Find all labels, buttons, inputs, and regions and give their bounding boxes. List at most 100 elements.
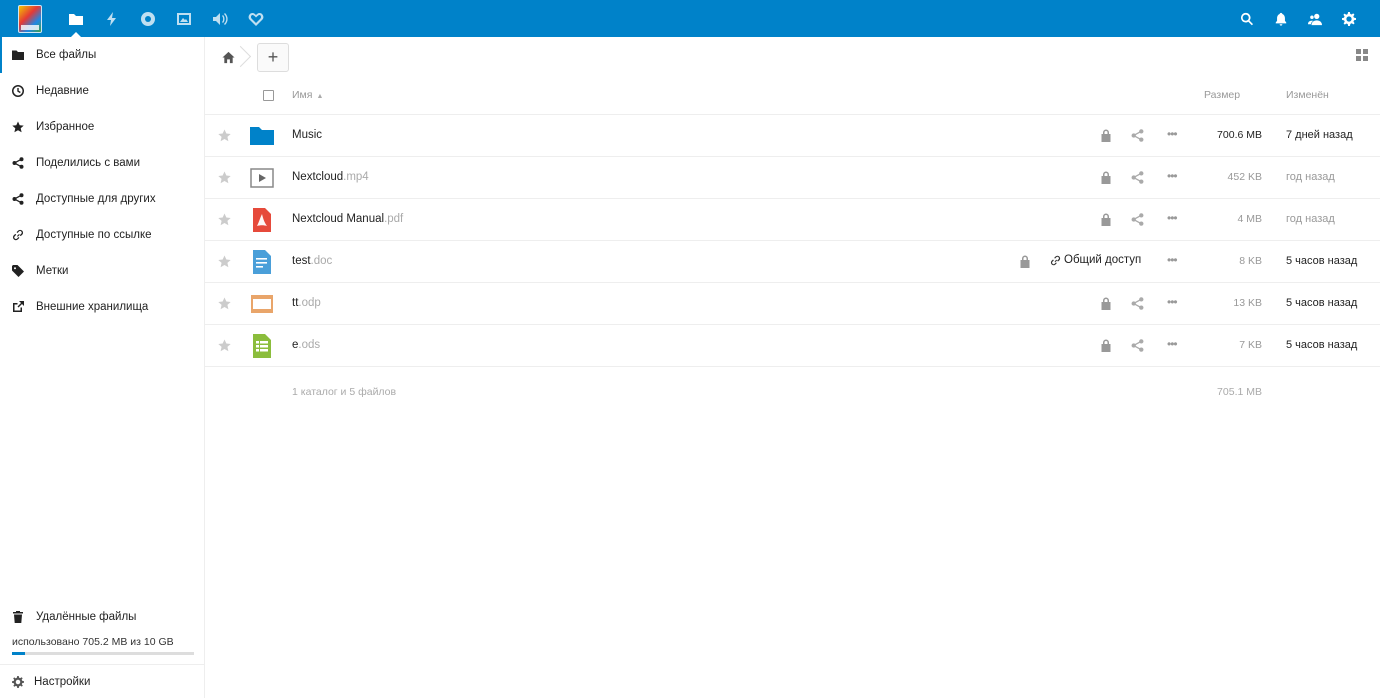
file-name[interactable]: e.ods	[292, 339, 320, 351]
lock-icon[interactable]	[1100, 129, 1112, 142]
table-row[interactable]: e.ods ••• 7 KB 5 часов назад	[205, 324, 1380, 366]
favorite-star-icon[interactable]	[218, 171, 232, 185]
file-name[interactable]: Nextcloud Manual.pdf	[292, 213, 403, 225]
table-row[interactable]: Nextcloud.mp4 ••• 452 KB год назад	[205, 156, 1380, 198]
sidebar-item-label: Поделились с вами	[36, 157, 140, 169]
gear-icon	[12, 675, 24, 688]
column-header-size[interactable]: Размер	[1204, 89, 1240, 101]
file-name[interactable]: Nextcloud.mp4	[292, 171, 369, 183]
presentation-file-icon[interactable]	[250, 292, 274, 316]
file-modified: год назад	[1286, 171, 1335, 183]
sidebar-item-shared-with-others[interactable]: Доступные для других	[0, 181, 204, 217]
contacts-icon[interactable]	[1298, 0, 1332, 37]
folder-icon	[12, 49, 24, 61]
favorite-star-icon[interactable]	[218, 213, 232, 227]
lock-icon[interactable]	[1100, 171, 1112, 184]
more-actions-icon[interactable]: •••	[1167, 337, 1178, 351]
file-size: 7 KB	[1239, 339, 1262, 351]
more-actions-icon[interactable]: •••	[1167, 253, 1178, 267]
favorite-star-icon[interactable]	[218, 255, 232, 269]
file-list: Music ••• 700.6 MB 7 дней назад Nextcloud.mp…	[205, 114, 1380, 366]
table-row[interactable]: test.doc Общий доступ ••• 8 KB 5 часов назад	[205, 240, 1380, 282]
gallery-app-icon[interactable]	[130, 0, 166, 37]
share-icon	[12, 157, 24, 169]
sidebar-item-label: Настройки	[34, 675, 91, 688]
sidebar-item-shared-with-you[interactable]: Поделились с вами	[0, 145, 204, 181]
table-row[interactable]: Nextcloud Manual.pdf ••• 4 MB год назад	[205, 198, 1380, 240]
deck-app-icon[interactable]	[238, 0, 274, 37]
storage-quota: использовано 705.2 MB из 10 GB	[0, 632, 204, 658]
quota-bar-fill	[12, 652, 25, 655]
share-icon[interactable]	[1131, 129, 1144, 142]
settings-icon[interactable]	[1332, 0, 1366, 37]
shared-status-label: Общий доступ	[1064, 254, 1142, 266]
lock-icon[interactable]	[1100, 339, 1112, 352]
new-file-button[interactable]: +	[257, 42, 289, 72]
sidebar-item-shared-by-link[interactable]: Доступные по ссылке	[0, 217, 204, 253]
table-row[interactable]: Music ••• 700.6 MB 7 дней назад	[205, 114, 1380, 156]
sidebar-item-external-storage[interactable]: Внешние хранилища	[0, 289, 204, 325]
sidebar-item-label: Избранное	[36, 121, 95, 133]
audio-player-app-icon[interactable]	[202, 0, 238, 37]
file-size: 4 MB	[1237, 213, 1262, 225]
activity-app-icon[interactable]	[94, 0, 130, 37]
file-extension: .odp	[298, 297, 321, 309]
quota-text: использовано 705.2 MB из 10 GB	[12, 636, 174, 648]
link-icon	[1050, 255, 1064, 266]
search-icon[interactable]	[1230, 0, 1264, 37]
more-actions-icon[interactable]: •••	[1167, 127, 1178, 141]
sidebar-item-deleted-files[interactable]: Удалённые файлы	[0, 602, 204, 632]
table-header: Имя ▲ Размер Изменён	[205, 77, 1380, 114]
folder-file-icon[interactable]	[250, 124, 274, 148]
share-icon	[12, 193, 24, 205]
lock-icon[interactable]	[1100, 213, 1112, 226]
sidebar-item-label: Доступные по ссылке	[36, 229, 152, 241]
sidebar-item-label: Все файлы	[36, 49, 97, 61]
share-icon[interactable]	[1131, 171, 1144, 184]
files-app-icon[interactable]	[58, 0, 94, 37]
pdf-file-icon[interactable]	[250, 208, 274, 232]
breadcrumb: +	[205, 37, 1380, 77]
spreadsheet-file-icon[interactable]	[250, 334, 274, 358]
favorite-star-icon[interactable]	[218, 297, 232, 311]
file-name[interactable]: test.doc	[292, 255, 332, 267]
file-modified: 7 дней назад	[1286, 129, 1353, 141]
video-file-icon[interactable]	[250, 166, 274, 190]
sidebar-item-favorites[interactable]: Избранное	[0, 109, 204, 145]
select-all-checkbox[interactable]	[263, 90, 274, 101]
sidebar-item-settings[interactable]: Настройки	[0, 664, 204, 698]
share-icon[interactable]	[1131, 339, 1144, 352]
sidebar-item-tags[interactable]: Метки	[0, 253, 204, 289]
file-name[interactable]: Music	[292, 129, 322, 141]
shared-status-button[interactable]: Общий доступ	[1050, 254, 1141, 266]
column-header-modified[interactable]: Изменён	[1286, 89, 1329, 101]
sidebar-item-label: Метки	[36, 265, 69, 277]
pictures-app-icon[interactable]	[166, 0, 202, 37]
more-actions-icon[interactable]: •••	[1167, 211, 1178, 225]
lock-icon[interactable]	[1100, 297, 1112, 310]
sidebar-item-all-files[interactable]: Все файлы	[0, 37, 204, 73]
file-size: 13 KB	[1233, 297, 1262, 309]
sidebar-item-recent[interactable]: Недавние	[0, 73, 204, 109]
favorite-star-icon[interactable]	[218, 129, 232, 143]
lock-icon[interactable]	[1019, 255, 1031, 268]
share-icon[interactable]	[1131, 297, 1144, 310]
file-basename: test	[292, 255, 311, 267]
more-actions-icon[interactable]: •••	[1167, 295, 1178, 309]
notifications-icon[interactable]	[1264, 0, 1298, 37]
favorite-star-icon[interactable]	[218, 339, 232, 353]
breadcrumb-separator	[239, 44, 247, 70]
star-icon	[12, 121, 24, 133]
table-row[interactable]: tt.odp ••• 13 KB 5 часов назад	[205, 282, 1380, 324]
file-extension: .ods	[298, 339, 321, 351]
file-size: 8 KB	[1239, 255, 1262, 267]
doc-file-icon[interactable]	[250, 250, 274, 274]
file-name[interactable]: tt.odp	[292, 297, 321, 309]
sidebar: Все файлы Недавние Избранное Поделились …	[0, 37, 205, 698]
file-size: 452 KB	[1227, 171, 1262, 183]
more-actions-icon[interactable]: •••	[1167, 169, 1178, 183]
logo[interactable]	[18, 4, 42, 33]
grid-view-icon[interactable]	[1356, 49, 1368, 61]
share-icon[interactable]	[1131, 213, 1144, 226]
column-header-name[interactable]: Имя ▲	[292, 89, 323, 101]
